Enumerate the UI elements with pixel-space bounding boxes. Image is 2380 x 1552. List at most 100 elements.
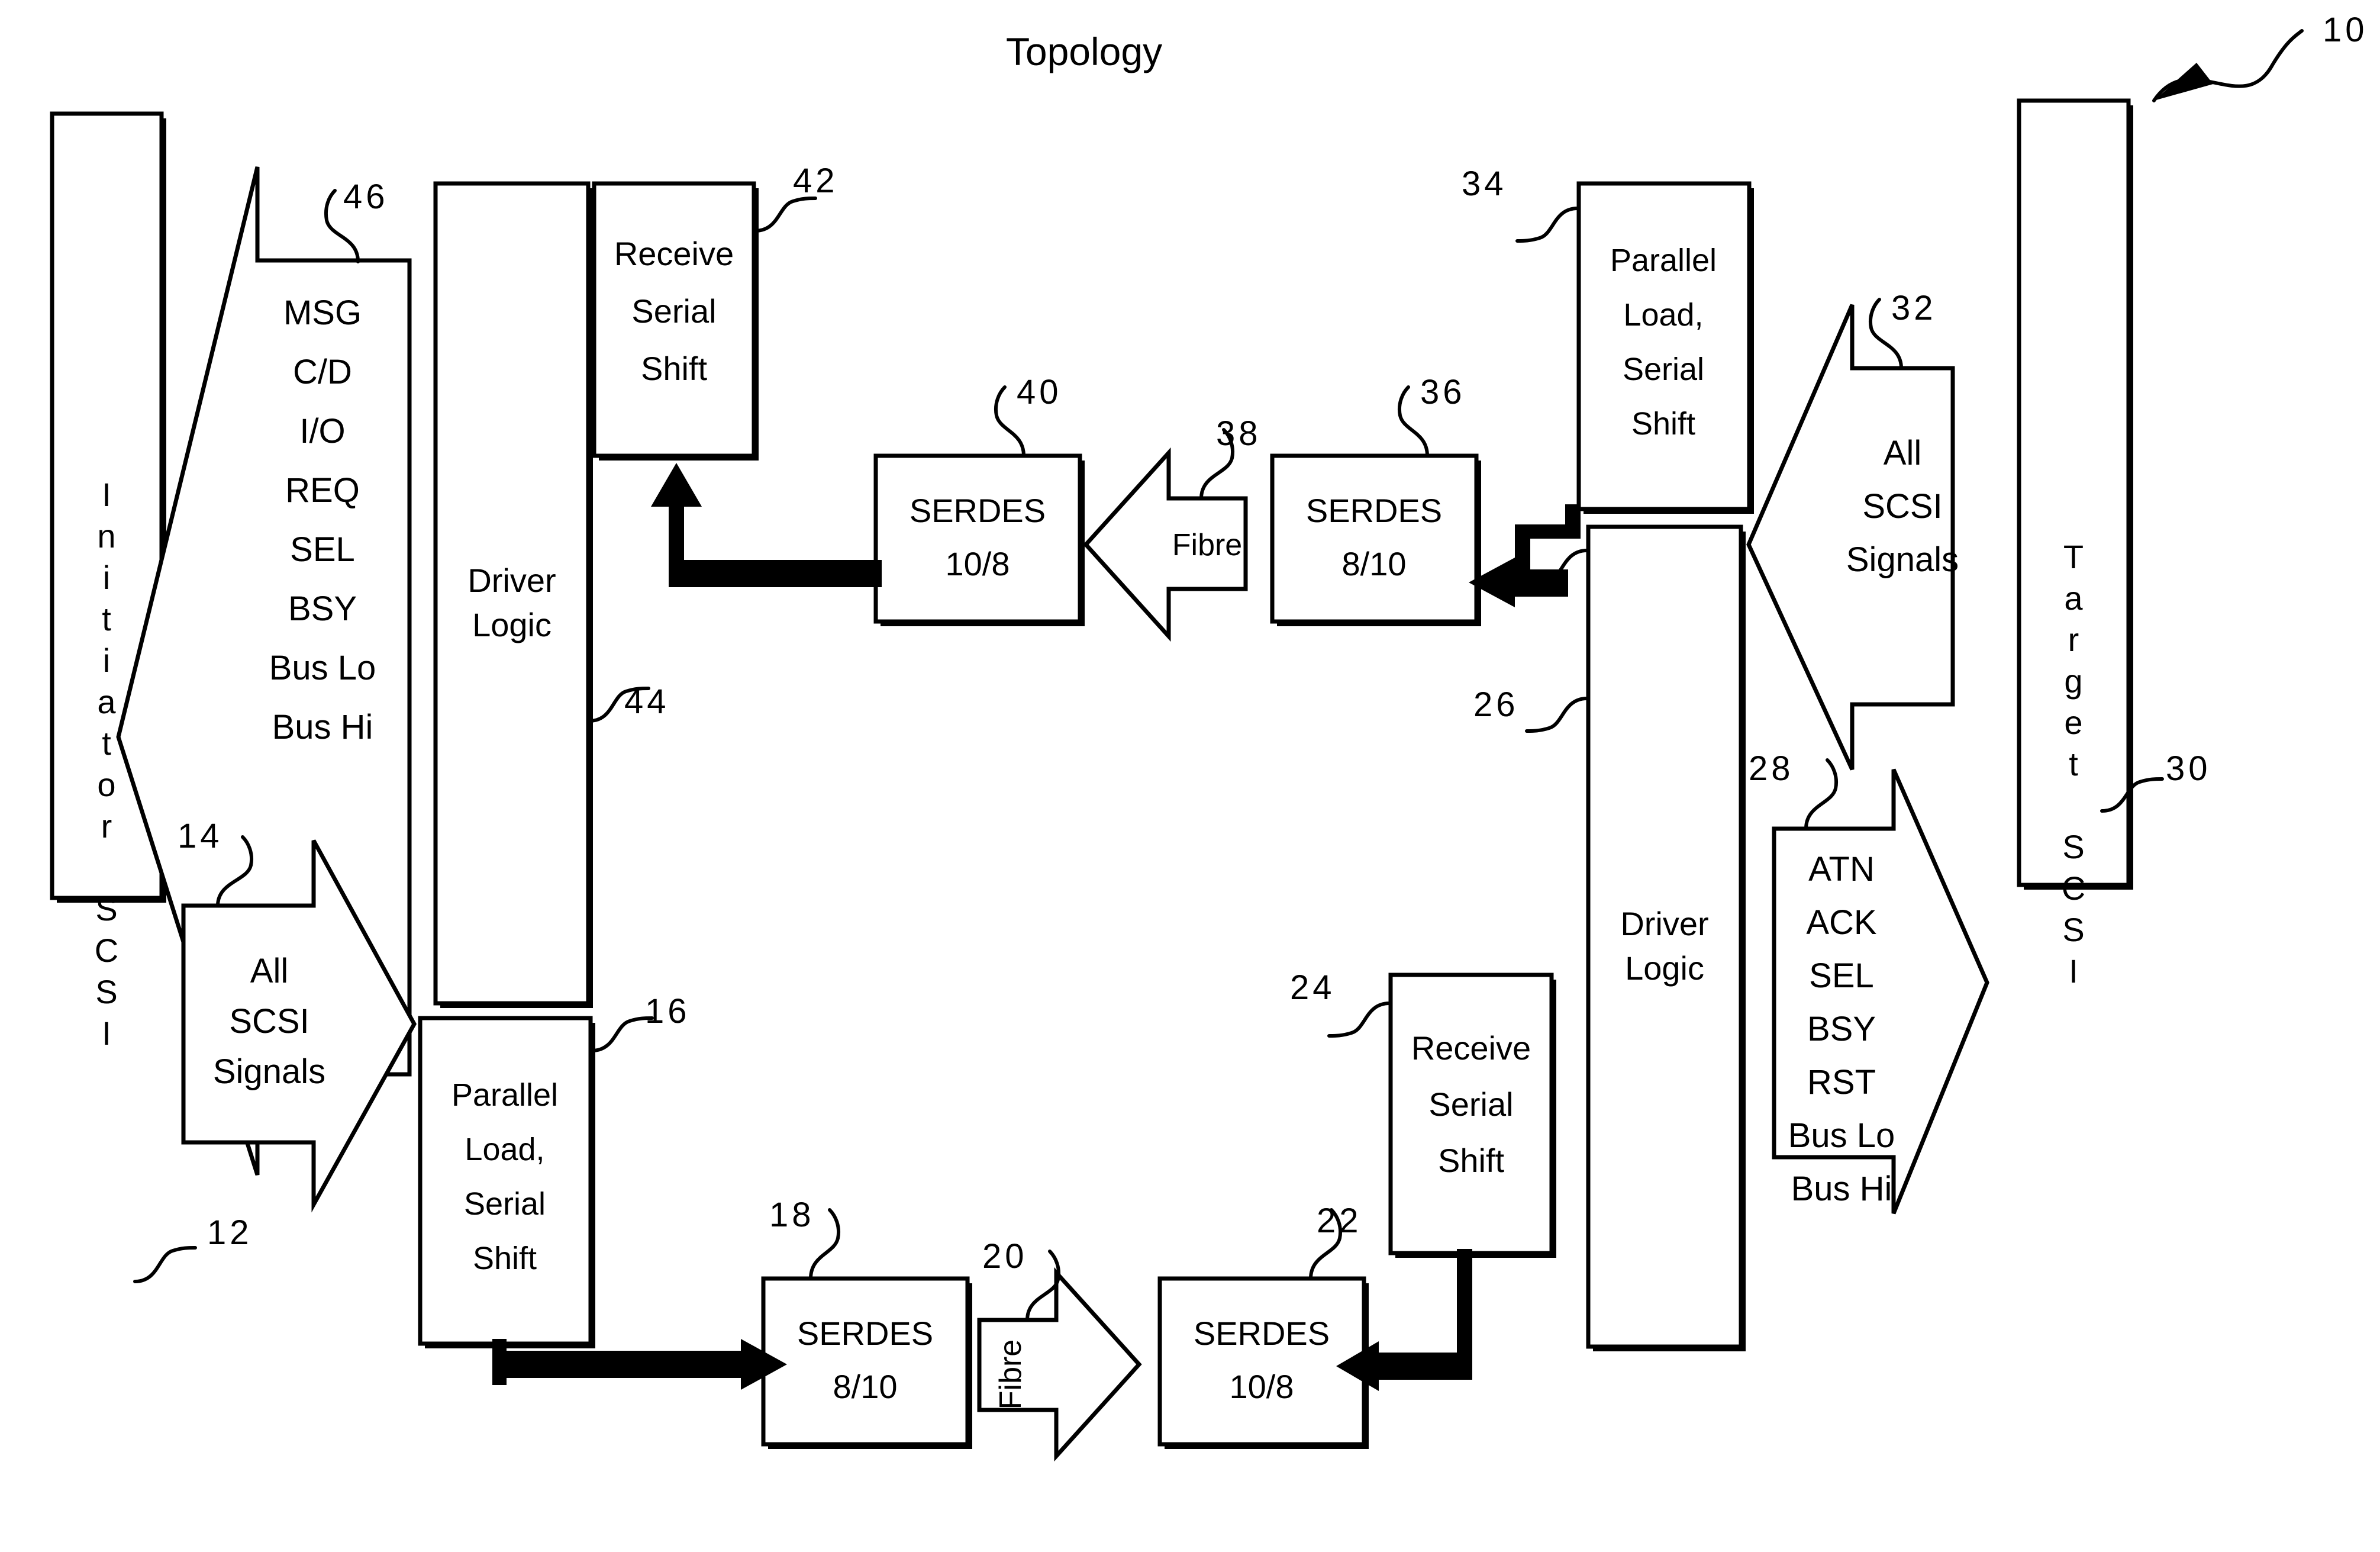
signal-46-0: MSG — [283, 294, 362, 332]
fibre-top-label: Fibre — [1172, 528, 1242, 562]
ref-label-32: 32 — [1891, 289, 1937, 327]
signal-28-4: RST — [1807, 1063, 1876, 1102]
fibre-link-top: Fibre 38 — [1083, 414, 1262, 642]
receive-right-line2: Serial — [1428, 1086, 1513, 1123]
signal-32-2: Signals — [1846, 540, 1959, 579]
svg-text:e: e — [2064, 704, 2082, 741]
block-serdes-810-top: SERDES 8/10 36 — [1270, 373, 1481, 626]
ref-label-28: 28 — [1749, 749, 1794, 788]
driver-logic-left-line1: Driver — [467, 562, 556, 599]
svg-text:n: n — [97, 517, 115, 555]
parallel-right-line3: Serial — [1623, 352, 1704, 387]
ref-label-18: 18 — [769, 1196, 815, 1234]
ref-label-42: 42 — [793, 162, 839, 200]
svg-text:i: i — [103, 559, 110, 596]
svg-text:S: S — [2062, 911, 2084, 948]
signal-28-2: SEL — [1809, 957, 1874, 995]
topology-diagram-canvas: Topology 10 I n i t i a t o r S C S I 12… — [50, 11, 2368, 1462]
ref-label-38: 38 — [1216, 414, 1262, 453]
signal-46-3: REQ — [285, 471, 360, 510]
driver-logic-left-line2: Logic — [472, 606, 552, 643]
connector-parallel-right-to-serdes810-top — [1469, 504, 1581, 607]
svg-text:I: I — [102, 1015, 111, 1052]
driver-logic-right-line1: Driver — [1620, 905, 1708, 942]
svg-text:C: C — [2062, 870, 2085, 907]
ref-label-14: 14 — [178, 817, 223, 855]
svg-text:a: a — [2064, 579, 2083, 617]
block-serdes-108-bottom: SERDES 10/8 22 — [1157, 1202, 1369, 1449]
ref-label-12: 12 — [207, 1213, 253, 1252]
block-parallel-load-right: Parallel Load, Serial Shift 34 — [1462, 165, 1754, 514]
svg-text:r: r — [101, 807, 112, 845]
ref-label-22: 22 — [1317, 1202, 1362, 1240]
signal-arrow-32: All SCSI Signals 32 — [1746, 289, 1959, 771]
block-serdes-810-bottom: SERDES 8/10 18 — [761, 1196, 972, 1449]
ref-label-26: 26 — [1473, 685, 1519, 724]
parallel-left-line3: Serial — [464, 1186, 546, 1222]
svg-text:i: i — [103, 642, 110, 679]
parallel-left-line2: Load, — [465, 1132, 544, 1167]
svg-text:g: g — [2064, 662, 2082, 700]
svg-text:S: S — [95, 890, 117, 928]
serdes-810-top-line1: SERDES — [1306, 492, 1442, 529]
receive-left-line1: Receive — [614, 235, 734, 272]
svg-text:C: C — [95, 932, 118, 969]
signal-28-3: BSY — [1807, 1010, 1876, 1048]
signal-32-1: SCSI — [1862, 487, 1942, 526]
signal-46-1: C/D — [293, 353, 352, 391]
ref-12-leader: 12 — [133, 1213, 253, 1283]
signal-14-0: All — [250, 952, 288, 990]
fibre-bottom-label: Fibre — [994, 1340, 1028, 1409]
svg-text:I: I — [102, 476, 111, 513]
block-serdes-108-top: SERDES 10/8 40 — [873, 373, 1085, 626]
parallel-right-line2: Load, — [1623, 297, 1703, 333]
signal-46-7: Bus Hi — [272, 708, 373, 746]
block-receive-serial-shift-left: Receive Serial Shift 42 — [592, 162, 839, 461]
signal-28-5: Bus Lo — [1788, 1116, 1895, 1155]
serdes-810-bottom-line2: 8/10 — [833, 1368, 898, 1405]
signal-46-2: I/O — [299, 412, 345, 450]
parallel-left-line4: Shift — [473, 1241, 537, 1276]
figure-title: Topology — [1006, 30, 1162, 73]
svg-text:T: T — [2063, 538, 2084, 575]
svg-text:t: t — [102, 600, 111, 637]
driver-logic-right-line2: Logic — [1625, 949, 1704, 987]
signal-28-1: ACK — [1806, 903, 1877, 942]
parallel-left-line1: Parallel — [452, 1077, 558, 1113]
svg-text:a: a — [97, 683, 116, 720]
ref-label-30: 30 — [2166, 749, 2211, 788]
signal-32-0: All — [1884, 434, 1921, 472]
ref-label-16: 16 — [645, 992, 691, 1031]
initiator-scsi-bar: I n i t i a t o r S C S I Initiator SCSI — [50, 111, 166, 1052]
svg-text:t: t — [2069, 745, 2078, 783]
ref-label-20: 20 — [982, 1237, 1028, 1276]
serdes-108-bottom-line1: SERDES — [1194, 1315, 1330, 1352]
signal-46-6: Bus Lo — [269, 649, 376, 687]
receive-left-line2: Serial — [631, 292, 716, 330]
serdes-108-top-line1: SERDES — [910, 492, 1046, 529]
signal-28-6: Bus Hi — [1791, 1170, 1892, 1208]
fibre-link-bottom: Fibre 20 — [977, 1237, 1142, 1462]
ref-label-10: 10 — [2323, 11, 2368, 49]
serdes-108-bottom-line2: 10/8 — [1230, 1368, 1294, 1405]
serdes-810-top-line2: 8/10 — [1342, 545, 1407, 582]
receive-right-line3: Shift — [1438, 1142, 1504, 1179]
receive-left-line3: Shift — [641, 350, 707, 387]
ref-label-24: 24 — [1290, 968, 1336, 1007]
ref-label-34: 34 — [1462, 165, 1507, 203]
ref-label-40: 40 — [1017, 373, 1062, 411]
ref-label-46: 46 — [343, 178, 389, 216]
svg-text:I: I — [2069, 952, 2078, 990]
serdes-810-bottom-line1: SERDES — [797, 1315, 933, 1352]
parallel-right-line1: Parallel — [1610, 243, 1717, 278]
svg-text:S: S — [95, 973, 117, 1010]
parallel-right-line4: Shift — [1631, 406, 1695, 442]
svg-text:r: r — [2068, 621, 2079, 658]
svg-text:t: t — [102, 725, 111, 762]
svg-text:o: o — [97, 766, 115, 803]
signal-14-1: SCSI — [229, 1002, 309, 1041]
figure-ref-10: 10 — [2152, 11, 2368, 102]
signal-14-2: Signals — [213, 1052, 325, 1091]
signal-46-4: SEL — [290, 530, 355, 569]
signal-28-0: ATN — [1808, 850, 1875, 888]
